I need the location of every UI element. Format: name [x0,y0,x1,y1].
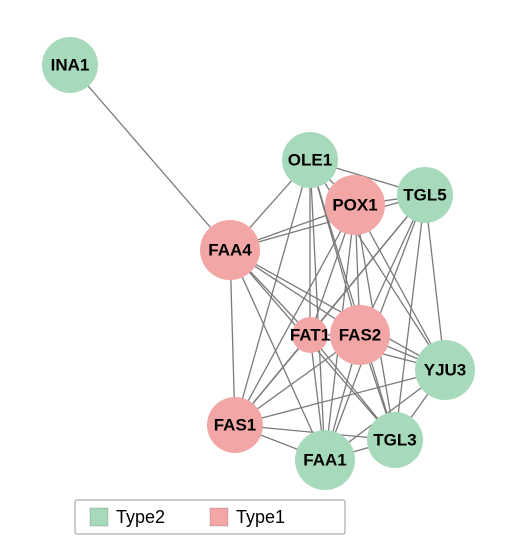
edge [70,65,230,250]
network-graph: INA1 OLE1 TGL5POX1 FAA4 FAT1FAS2 YJU3 FAS1 TGL3… [0,0,531,552]
node-circle[interactable] [207,397,263,453]
legend-swatch-type2 [90,508,108,526]
node-circle[interactable] [415,340,475,400]
node-fas1[interactable]: FAS1 [207,397,263,453]
node-fat1[interactable]: FAT1 [290,317,330,353]
node-circle[interactable] [42,37,98,93]
node-tgl3[interactable]: TGL3 [367,412,423,468]
node-circle[interactable] [397,167,453,223]
legend-swatch-type1 [210,508,228,526]
node-faa4[interactable]: FAA4 [200,220,260,280]
node-pox1[interactable]: POX1 [325,175,385,235]
node-circle[interactable] [282,132,338,188]
node-faa1[interactable]: FAA1 [295,430,355,490]
legend-label-type1: Type1 [236,507,285,527]
node-circle[interactable] [200,220,260,280]
node-circle[interactable] [292,317,328,353]
edge [235,370,445,425]
node-circle[interactable] [367,412,423,468]
legend-label-type2: Type2 [116,507,165,527]
edge [235,160,310,425]
node-tgl5[interactable]: TGL5 [397,167,453,223]
node-circle[interactable] [295,430,355,490]
node-fas2[interactable]: FAS2 [330,305,390,365]
legend: Type2 Type1 [75,500,345,534]
node-circle[interactable] [325,175,385,235]
node-yju3[interactable]: YJU3 [415,340,475,400]
node-circle[interactable] [330,305,390,365]
nodes-layer: INA1 OLE1 TGL5POX1 FAA4 FAT1FAS2 YJU3 FAS1 TGL3… [42,37,475,490]
node-ina1[interactable]: INA1 [42,37,98,93]
node-ole1[interactable]: OLE1 [282,132,338,188]
